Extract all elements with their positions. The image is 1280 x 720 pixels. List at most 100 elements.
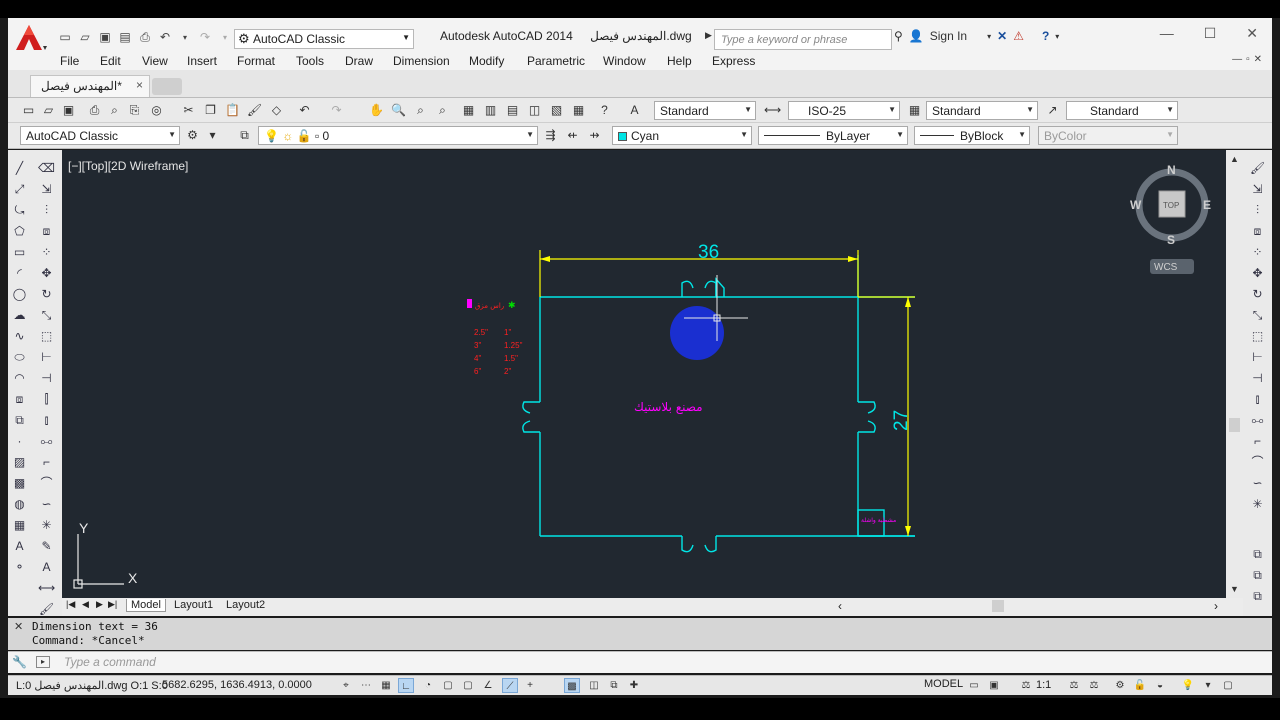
close-icon[interactable]: ✕ xyxy=(1246,25,1258,42)
zoom-window-icon[interactable]: ⌕ xyxy=(412,102,429,119)
autodesk-360-icon[interactable]: ⚠ xyxy=(1013,29,1024,43)
zoom-previous-icon[interactable]: ⌕ xyxy=(434,102,451,119)
break-icon[interactable]: ⫾ xyxy=(1249,391,1266,408)
quick-view-layouts-icon[interactable]: ▭ xyxy=(966,678,982,693)
selection-cycling-icon[interactable]: ✚ xyxy=(626,678,642,693)
text-icon[interactable]: A xyxy=(38,559,55,576)
scroll-left-icon[interactable]: ‹ xyxy=(838,599,842,613)
array-icon[interactable]: ⁘ xyxy=(38,244,55,261)
new-icon[interactable]: ▭ xyxy=(20,102,37,119)
circle-icon[interactable]: ◯ xyxy=(11,286,28,303)
region-icon[interactable]: ◍ xyxy=(11,496,28,513)
expand-search-icon[interactable]: ▶ xyxy=(705,30,712,41)
dynamic-ucs-icon[interactable]: ⟋ xyxy=(502,678,518,693)
layers-icon[interactable]: ⧉ xyxy=(1249,546,1266,563)
scale-icon[interactable]: ⤡ xyxy=(38,307,55,324)
vertical-scroll-thumb[interactable] xyxy=(1229,418,1240,432)
annotation-scale-icon[interactable]: ⚖ xyxy=(1018,678,1034,693)
undo-dropdown-icon[interactable]: ▾ xyxy=(176,28,194,46)
ortho-mode-icon[interactable]: ∟ xyxy=(398,678,414,693)
menu-express[interactable]: Express xyxy=(712,54,755,68)
join-icon[interactable]: ⧟ xyxy=(1249,412,1266,429)
gradient-icon[interactable]: ▩ xyxy=(11,475,28,492)
scroll-up-icon[interactable]: ▲ xyxy=(1230,154,1239,164)
plot-icon[interactable]: ⎙ xyxy=(86,102,103,119)
menu-window[interactable]: Window xyxy=(603,54,646,68)
menu-draw[interactable]: Draw xyxy=(345,54,373,68)
isolate-objects-icon[interactable]: 💡 xyxy=(1180,678,1196,693)
brush-icon[interactable]: 🖌 xyxy=(1249,160,1266,177)
menu-tools[interactable]: Tools xyxy=(296,54,324,68)
scroll-down-icon[interactable]: ▼ xyxy=(1230,584,1239,594)
stretch-icon[interactable]: ⬚ xyxy=(38,328,55,345)
table-icon[interactable]: ▦ xyxy=(11,517,28,534)
plot-icon[interactable]: ⎙ xyxy=(136,28,154,46)
workspace-dropdown[interactable]: AutoCAD Classic ▼ xyxy=(20,126,180,145)
lock-ui-icon[interactable]: 🔓 xyxy=(1132,678,1148,693)
dimension-icon[interactable]: ⟷ xyxy=(38,580,55,597)
array-icon[interactable]: ⁘ xyxy=(1249,244,1266,261)
sign-in-button[interactable]: Sign In xyxy=(930,29,967,43)
layer-state-icon[interactable]: ⇸ xyxy=(586,127,603,144)
customize-icon[interactable]: ▾ xyxy=(204,127,221,144)
menu-file[interactable]: File xyxy=(60,54,79,68)
tab-layout2[interactable]: Layout2 xyxy=(226,599,265,611)
erase-icon[interactable]: ⌫ xyxy=(38,160,55,177)
menu-parametric[interactable]: Parametric xyxy=(527,54,585,68)
menu-view[interactable]: View xyxy=(142,54,168,68)
paste-icon[interactable]: 📋 xyxy=(224,102,241,119)
tool-palettes-icon[interactable]: ▤ xyxy=(504,102,521,119)
layer-walk-icon[interactable]: ⧉ xyxy=(1249,567,1266,584)
plotstyle-dropdown[interactable]: ByColor ▼ xyxy=(1038,126,1178,145)
trim-icon[interactable]: ⊢ xyxy=(38,349,55,366)
previous-tab-icon[interactable]: ◀ xyxy=(82,599,89,610)
markup-icon[interactable]: ▧ xyxy=(548,102,565,119)
horizontal-scroll-thumb[interactable] xyxy=(992,600,1004,612)
show-lineweight-icon[interactable]: ▩ xyxy=(564,678,580,693)
drawing-viewport[interactable]: [−][Top][2D Wireframe] 36 27 مصنع بلاستي… xyxy=(62,150,1226,598)
viewcube[interactable]: TOP N S E W WCS xyxy=(1130,163,1211,274)
auto-scale-icon[interactable]: ⚖ xyxy=(1086,678,1102,693)
make-current-layer-icon[interactable]: ⇶ xyxy=(542,127,559,144)
mleader-style-dropdown[interactable]: Standard ▼ xyxy=(1066,101,1178,120)
dim-height-text[interactable]: 27 xyxy=(891,410,912,431)
paintbrush-icon[interactable]: 🖌 xyxy=(38,601,55,618)
layer-previous-icon[interactable]: ⇷ xyxy=(564,127,581,144)
extend-icon[interactable]: ⊣ xyxy=(1249,370,1266,387)
coordinates[interactable]: 5682.6295, 1636.4913, 0.0000 xyxy=(162,679,312,691)
redo-icon[interactable]: ↷ xyxy=(196,28,214,46)
blend-curves-icon[interactable]: ∽ xyxy=(38,496,55,513)
help-icon[interactable]: ? xyxy=(1042,29,1049,43)
workspace-switching-icon[interactable]: ⚙ xyxy=(1112,678,1128,693)
redo-icon[interactable]: ↷ xyxy=(328,102,345,119)
chamfer-icon[interactable]: ⌐ xyxy=(1249,433,1266,450)
make-block-icon[interactable]: ⧉ xyxy=(11,412,28,429)
menu-format[interactable]: Format xyxy=(237,54,275,68)
object-snap-tracking-icon[interactable]: ∠ xyxy=(480,678,496,693)
text-style-dropdown[interactable]: Standard ▼ xyxy=(654,101,756,120)
wrench-icon[interactable]: 🔧 xyxy=(12,655,27,669)
table-style-dropdown[interactable]: Standard ▼ xyxy=(926,101,1038,120)
grid-display-icon[interactable]: ▦ xyxy=(378,678,394,693)
rotate-icon[interactable]: ↻ xyxy=(38,286,55,303)
publish-icon[interactable]: ⎘ xyxy=(126,102,143,119)
offset-icon[interactable]: ⧈ xyxy=(1249,223,1266,240)
quickcalc-icon[interactable]: ▦ xyxy=(570,102,587,119)
last-tab-icon[interactable]: ▶| xyxy=(108,599,117,610)
line-icon[interactable]: ╱ xyxy=(11,160,28,177)
workspace-settings-icon[interactable]: ⚙ xyxy=(184,127,201,144)
workspace-dropdown[interactable]: ⚙ AutoCAD Classic ▼ xyxy=(234,29,414,49)
move-icon[interactable]: ✥ xyxy=(38,265,55,282)
snap-mode-icon[interactable]: ⋯ xyxy=(358,678,374,693)
help-icon[interactable]: ? xyxy=(596,102,613,119)
menu-edit[interactable]: Edit xyxy=(100,54,121,68)
explode-icon[interactable]: ✳ xyxy=(38,517,55,534)
menu-help[interactable]: Help xyxy=(667,54,692,68)
hatch-icon[interactable]: ▨ xyxy=(11,454,28,471)
properties-icon[interactable]: ▦ xyxy=(460,102,477,119)
mirror-icon[interactable]: ⫶ xyxy=(38,202,55,219)
open-icon[interactable]: ▱ xyxy=(76,28,94,46)
search-input[interactable]: Type a keyword or phrase xyxy=(714,29,892,50)
save-icon[interactable]: ▣ xyxy=(96,28,114,46)
layer-isolate-icon[interactable]: ⧉ xyxy=(1249,588,1266,605)
